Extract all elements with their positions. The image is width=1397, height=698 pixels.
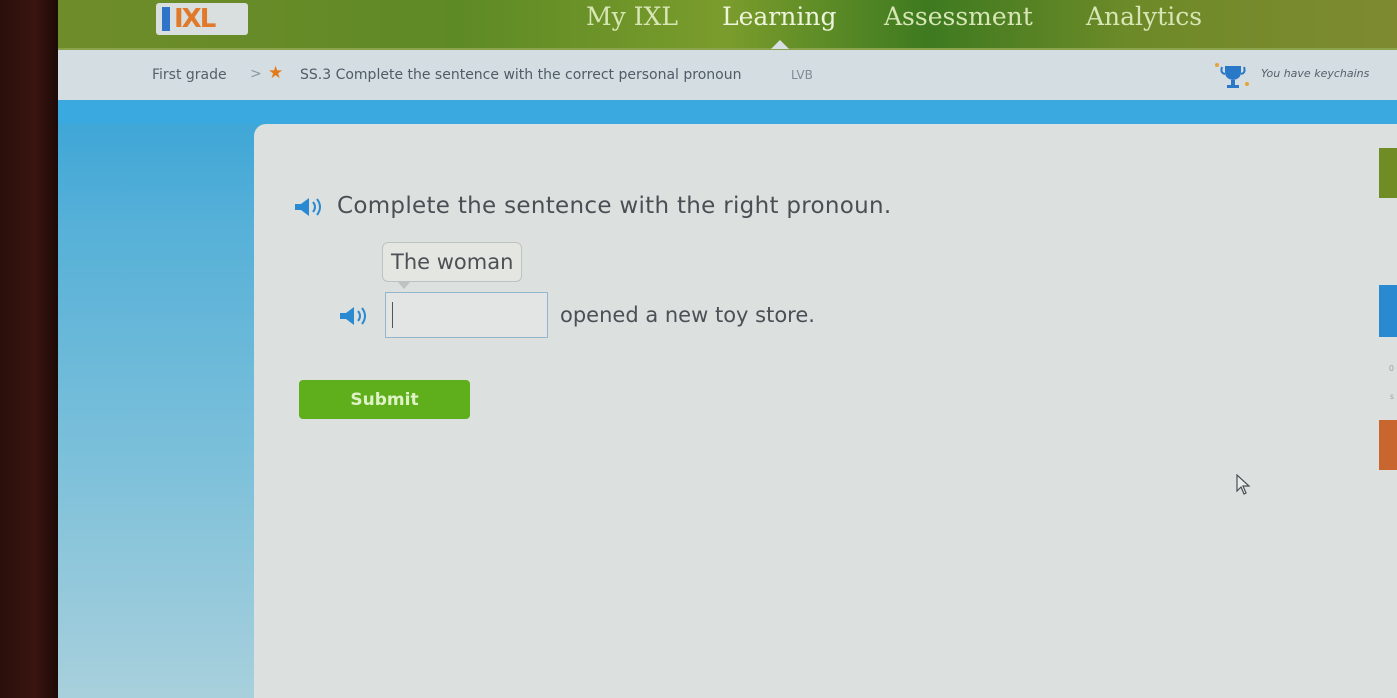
breadcrumb-grade-link[interactable]: First grade [152,67,227,83]
top-navigation: IXL My IXL Learning Assessment Analytics [58,0,1397,50]
accent-strip [58,100,1397,124]
logo-bar-icon [162,7,170,31]
speaker-icon[interactable] [293,196,329,218]
mouse-cursor-icon [1236,474,1251,495]
breadcrumb: First grade > ★ SS.3 Complete the senten… [58,50,1397,100]
star-icon: ★ [268,63,284,83]
hint-bubble: The woman [382,242,523,289]
text-caret [392,302,393,328]
side-panel-tab-green[interactable] [1379,148,1397,198]
side-panel-text: s [1389,392,1394,401]
nav-assessment[interactable]: Assessment [884,2,1033,31]
side-panel-tab-blue[interactable] [1379,285,1397,337]
browser-screen: IXL My IXL Learning Assessment Analytics… [58,0,1397,698]
logo-text: IXL [174,4,216,34]
pronoun-answer-input[interactable] [385,292,548,338]
monitor-bezel [0,0,58,698]
submit-button[interactable]: Submit [299,380,470,419]
nav-learning[interactable]: Learning [722,2,836,31]
side-panel-tab-orange[interactable] [1379,420,1397,470]
nav-analytics[interactable]: Analytics [1086,2,1202,31]
sentence-speaker-icon[interactable] [338,305,374,327]
ixl-logo[interactable]: IXL [156,3,248,35]
breadcrumb-separator-icon: > [250,66,262,82]
skill-title: SS.3 Complete the sentence with the corr… [300,67,742,83]
side-panel-text: 0 [1388,364,1394,373]
sentence-remainder: opened a new toy store. [560,303,815,327]
award-status-text[interactable]: You have keychains [1261,67,1369,80]
trophy-icon[interactable] [1213,60,1253,90]
instruction-text: Complete the sentence with the right pro… [337,193,892,219]
active-nav-caret-icon [771,40,789,49]
nav-my-ixl[interactable]: My IXL [586,2,678,31]
skill-code: LVB [791,68,813,82]
question-instruction: Complete the sentence with the right pro… [293,193,892,219]
